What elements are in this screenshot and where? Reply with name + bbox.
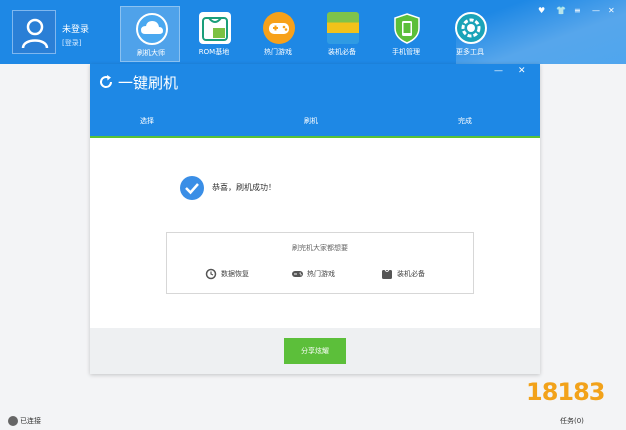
heart-icon[interactable]: ♥	[538, 6, 545, 15]
nav-label: 热门游戏	[264, 48, 292, 56]
nav-item-phone-manager[interactable]: 手机管理	[376, 6, 436, 62]
nav-label: 装机必备	[328, 48, 356, 56]
step-select: 选择	[140, 117, 154, 125]
recommend-box: 刷完机大家都想要 数据恢复 热门游戏 装机必备	[166, 232, 474, 294]
nav-item-flash-master[interactable]: 刷机大师	[120, 6, 180, 62]
dialog-title: 一键刷机	[118, 74, 179, 92]
recommend-label: 数据恢复	[221, 270, 249, 278]
nav-label: 更多工具	[456, 48, 484, 56]
window-controls: ♥ 👕 ≡ — ✕	[538, 6, 618, 18]
user-icon	[21, 18, 49, 49]
gamepad-icon	[263, 12, 295, 44]
watermark-text: 18183	[526, 378, 605, 406]
recommend-title: 刷完机大家都想要	[292, 244, 348, 252]
connection-status: 已连接	[20, 417, 41, 425]
step-progress-bar	[90, 136, 540, 138]
step-flash: 刷机	[304, 117, 318, 125]
shirt-icon[interactable]: 👕	[556, 6, 566, 15]
data-restore-icon	[205, 268, 217, 280]
dialog-header: 一键刷机 — ✕ 选择 刷机 完成	[90, 64, 540, 136]
watermark-logo: 18183	[520, 366, 616, 420]
cloud-icon	[136, 13, 168, 45]
rom-bag-icon	[199, 12, 231, 44]
tools-gear-icon	[455, 12, 487, 44]
refresh-icon	[100, 75, 113, 88]
close-icon[interactable]: ✕	[608, 6, 615, 15]
flash-dialog: 一键刷机 — ✕ 选择 刷机 完成 恭喜，刷机成功！ 刷完机大家都想要 数据恢复	[90, 64, 540, 374]
share-button[interactable]: 分享炫耀	[284, 338, 346, 364]
nav-item-essentials[interactable]: 装机必备	[312, 6, 372, 62]
nav-item-more-tools[interactable]: 更多工具	[440, 6, 500, 62]
gamepad-icon	[292, 271, 303, 277]
nav-label: ROM基地	[198, 48, 230, 56]
login-link[interactable]: [登录]	[62, 38, 81, 48]
recommend-label: 装机必备	[397, 270, 425, 278]
dialog-minimize-icon[interactable]: —	[494, 66, 503, 76]
nav-item-rom-base[interactable]: ROM基地	[184, 6, 244, 62]
connection-icon	[8, 416, 18, 426]
nav-item-hot-games[interactable]: 热门游戏	[248, 6, 308, 62]
user-panel[interactable]: 未登录 [登录]	[12, 6, 116, 58]
apps-stack-icon	[327, 12, 359, 44]
minimize-icon[interactable]: —	[592, 6, 600, 15]
user-name: 未登录	[62, 25, 90, 35]
nav-label: 手机管理	[392, 48, 420, 56]
check-circle-icon	[180, 176, 204, 200]
top-bar: 未登录 [登录] 刷机大师 ROM基地 热门游戏 装机必备 手机管理 更多工具 …	[0, 0, 626, 64]
recommend-label: 热门游戏	[307, 270, 335, 278]
avatar[interactable]	[12, 10, 56, 54]
dialog-close-icon[interactable]: ✕	[518, 66, 526, 76]
success-text: 恭喜，刷机成功！	[212, 183, 276, 192]
nav-label: 刷机大师	[137, 49, 165, 57]
menu-icon[interactable]: ≡	[574, 6, 581, 15]
phone-shield-icon	[391, 12, 423, 44]
step-done: 完成	[458, 117, 472, 125]
apps-bag-icon	[382, 269, 392, 279]
